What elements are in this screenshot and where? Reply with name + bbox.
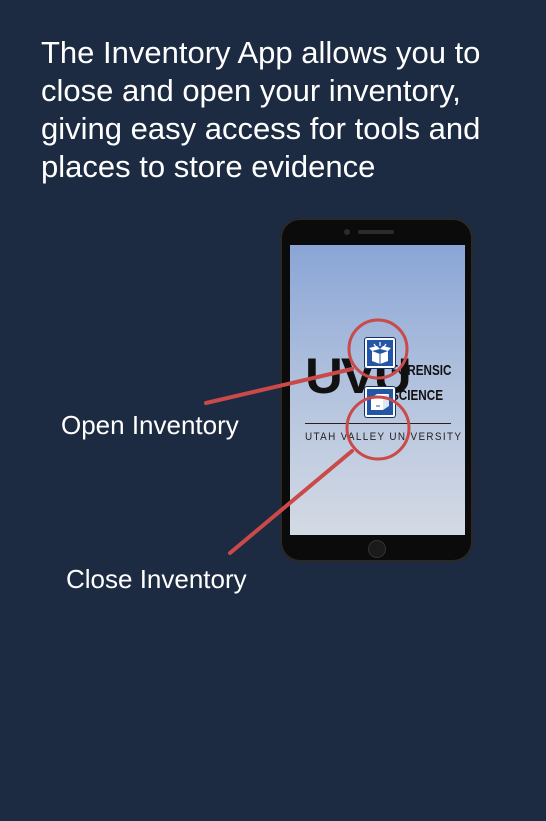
closed-box-icon	[371, 394, 389, 410]
logo-university: UTAH VALLEY UNIVERSITY	[305, 431, 463, 443]
logo-divider	[305, 423, 451, 424]
intro-text: The Inventory App allows you to close an…	[41, 35, 481, 184]
logo-forensic: FORENSIC	[391, 362, 452, 379]
open-inventory-label: Open Inventory	[61, 410, 239, 440]
phone-mockup: UVU FORENSIC SCIENCE UTAH VALLEY UNIVERS…	[280, 218, 473, 562]
phone-camera	[344, 229, 350, 235]
open-box-icon	[369, 342, 391, 364]
logo-science: SCIENCE	[391, 387, 444, 404]
close-inventory-label: Close Inventory	[66, 564, 247, 594]
close-inventory-button[interactable]	[365, 387, 395, 417]
open-inventory-button[interactable]	[365, 338, 395, 368]
phone-screen: UVU FORENSIC SCIENCE UTAH VALLEY UNIVERS…	[290, 245, 465, 535]
phone-speaker	[358, 230, 394, 234]
phone-home-button	[368, 540, 386, 558]
